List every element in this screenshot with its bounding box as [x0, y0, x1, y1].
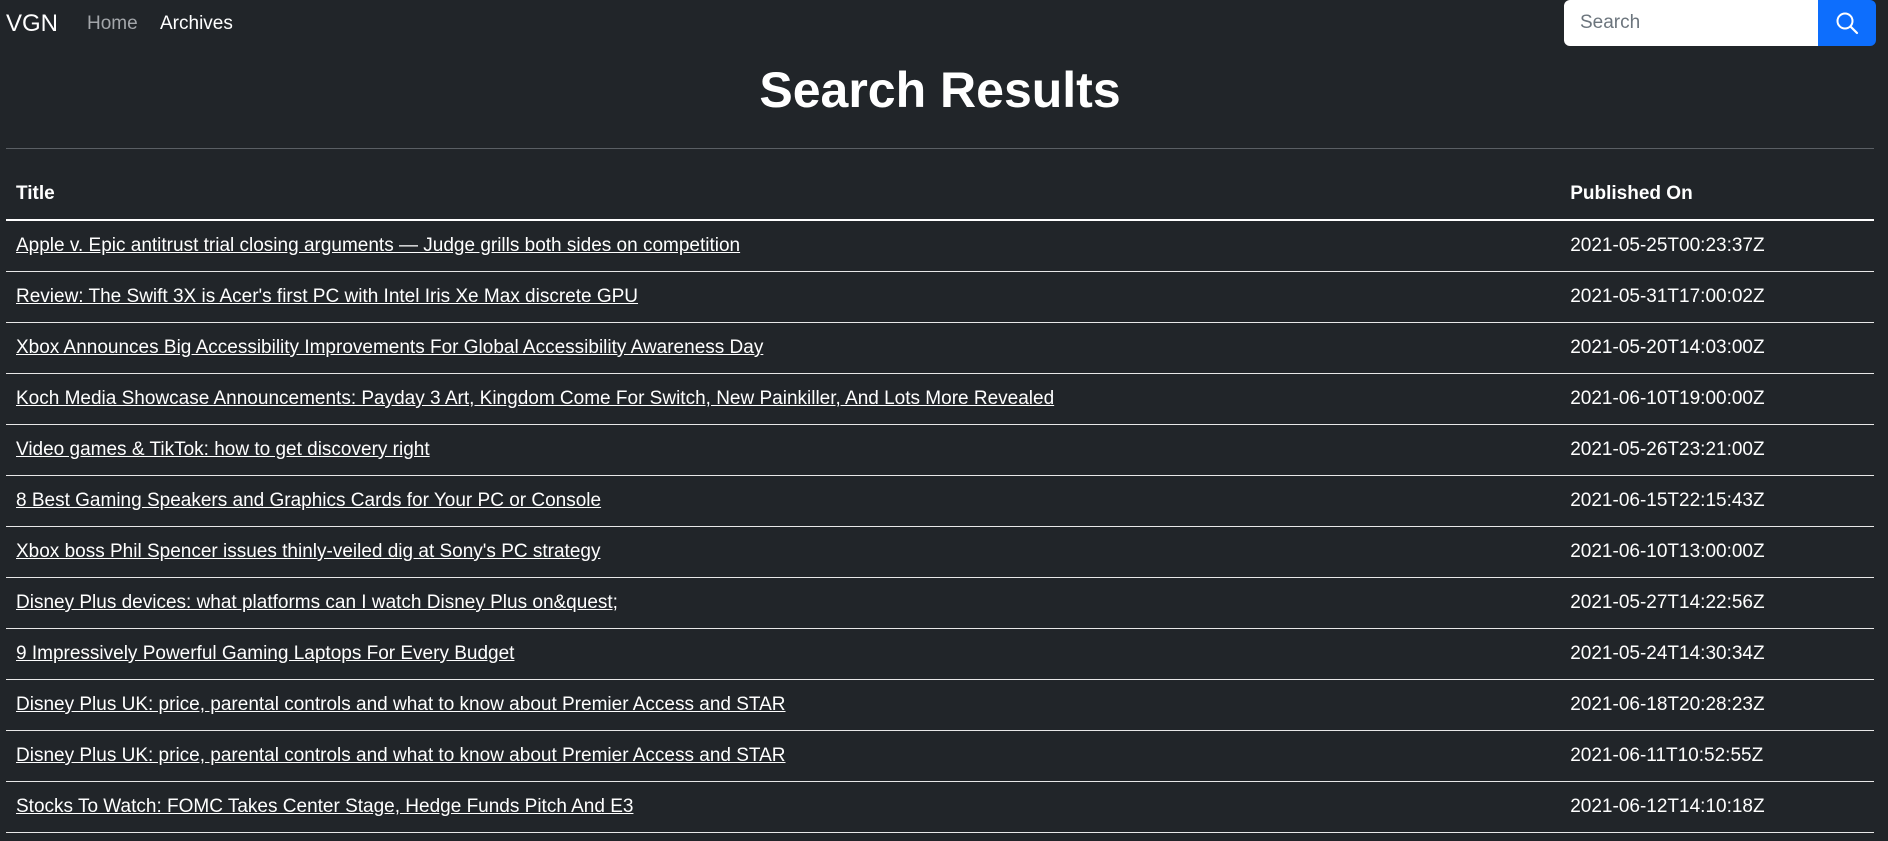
- title-cell: Xbox Announces Big Accessibility Improve…: [6, 322, 1561, 374]
- article-link[interactable]: Video games & TikTok: how to get discove…: [16, 439, 430, 460]
- article-link[interactable]: 9 Impressively Powerful Gaming Laptops F…: [16, 643, 514, 664]
- title-cell: Video games & TikTok: how to get discove…: [6, 424, 1561, 476]
- navbar: VGN Home Archives: [0, 0, 1888, 48]
- table-row: 9 Impressively Powerful Gaming Laptops F…: [6, 628, 1874, 680]
- title-cell: Koch Media Showcase Announcements: Payda…: [6, 373, 1561, 425]
- title-cell: Review: The Swift 3X is Acer's first PC …: [6, 271, 1561, 323]
- published-cell: 2021-05-31T17:00:02Z: [1560, 271, 1874, 323]
- article-link[interactable]: Apple v. Epic antitrust trial closing ar…: [16, 235, 740, 256]
- table-row: Apple v. Epic antitrust trial closing ar…: [6, 220, 1874, 272]
- article-link[interactable]: Review: The Swift 3X is Acer's first PC …: [16, 286, 638, 307]
- published-cell: 2021-06-18T20:28:23Z: [1560, 679, 1874, 731]
- article-link[interactable]: Koch Media Showcase Announcements: Payda…: [16, 388, 1054, 409]
- title-cell: Disney Plus devices: what platforms can …: [6, 577, 1561, 629]
- published-cell: 2021-05-20T14:03:00Z: [1560, 322, 1874, 374]
- table-row: Review: The Swift 3X is Acer's first PC …: [6, 271, 1874, 323]
- column-header-title: Title: [6, 168, 1561, 221]
- title-cell: Apple v. Epic antitrust trial closing ar…: [6, 220, 1561, 272]
- article-link[interactable]: Xbox boss Phil Spencer issues thinly-vei…: [16, 541, 600, 562]
- title-divider: [6, 148, 1874, 149]
- published-cell: 2021-06-15T22:15:43Z: [1560, 475, 1874, 527]
- table-row: Koch Media Showcase Announcements: Payda…: [6, 373, 1874, 425]
- published-cell: 2021-06-10T19:00:00Z: [1560, 373, 1874, 425]
- published-cell: 2021-06-12T14:10:18Z: [1560, 781, 1874, 833]
- table-row: Video games & TikTok: how to get discove…: [6, 424, 1874, 476]
- table-row: Disney Plus UK: price, parental controls…: [6, 730, 1874, 782]
- article-link[interactable]: Stocks To Watch: FOMC Takes Center Stage…: [16, 796, 633, 817]
- article-link[interactable]: Disney Plus devices: what platforms can …: [16, 592, 618, 613]
- title-cell: Xbox boss Phil Spencer issues thinly-vei…: [6, 526, 1561, 578]
- title-cell: Disney Plus UK: price, parental controls…: [6, 679, 1561, 731]
- table-row: Stocks To Watch: FOMC Takes Center Stage…: [6, 781, 1874, 833]
- search-button[interactable]: [1818, 0, 1876, 46]
- article-link[interactable]: Disney Plus UK: price, parental controls…: [16, 745, 786, 766]
- page-title: Search Results: [759, 62, 1121, 118]
- table-row: Xbox boss Phil Spencer issues thinly-vei…: [6, 526, 1874, 578]
- title-cell: 9 Impressively Powerful Gaming Laptops F…: [6, 628, 1561, 680]
- title-cell: Disney Plus UK: price, parental controls…: [6, 730, 1561, 782]
- brand-logo[interactable]: VGN: [6, 10, 58, 38]
- article-link[interactable]: 8 Best Gaming Speakers and Graphics Card…: [16, 490, 601, 511]
- title-cell: 8 Best Gaming Speakers and Graphics Card…: [6, 475, 1561, 527]
- article-link[interactable]: Xbox Announces Big Accessibility Improve…: [16, 337, 763, 358]
- title-cell: Stocks To Watch: FOMC Takes Center Stage…: [6, 781, 1561, 833]
- published-cell: 2021-05-27T14:22:56Z: [1560, 577, 1874, 629]
- nav-link-archives[interactable]: Archives: [160, 13, 233, 35]
- table-row: Disney Plus devices: what platforms can …: [6, 577, 1874, 629]
- published-cell: 2021-05-24T14:30:34Z: [1560, 628, 1874, 680]
- table-row: Disney Plus UK: price, parental controls…: [6, 679, 1874, 731]
- nav-link-home[interactable]: Home: [87, 13, 138, 35]
- table-row: Xbox Announces Big Accessibility Improve…: [6, 322, 1874, 374]
- published-cell: 2021-06-11T10:52:55Z: [1560, 730, 1874, 782]
- column-header-published-on: Published On: [1560, 168, 1874, 221]
- published-cell: 2021-05-25T00:23:37Z: [1560, 220, 1874, 272]
- table-row: 8 Best Gaming Speakers and Graphics Card…: [6, 475, 1874, 527]
- search-input[interactable]: [1564, 0, 1818, 46]
- search-form: [1564, 0, 1876, 46]
- published-cell: 2021-06-10T13:00:00Z: [1560, 526, 1874, 578]
- search-icon: [1818, 11, 1876, 35]
- results-table: Title Published On Apple v. Epic antitru…: [6, 168, 1874, 833]
- published-cell: 2021-05-26T23:21:00Z: [1560, 424, 1874, 476]
- article-link[interactable]: Disney Plus UK: price, parental controls…: [16, 694, 786, 715]
- table-header-row: Title Published On: [6, 168, 1874, 221]
